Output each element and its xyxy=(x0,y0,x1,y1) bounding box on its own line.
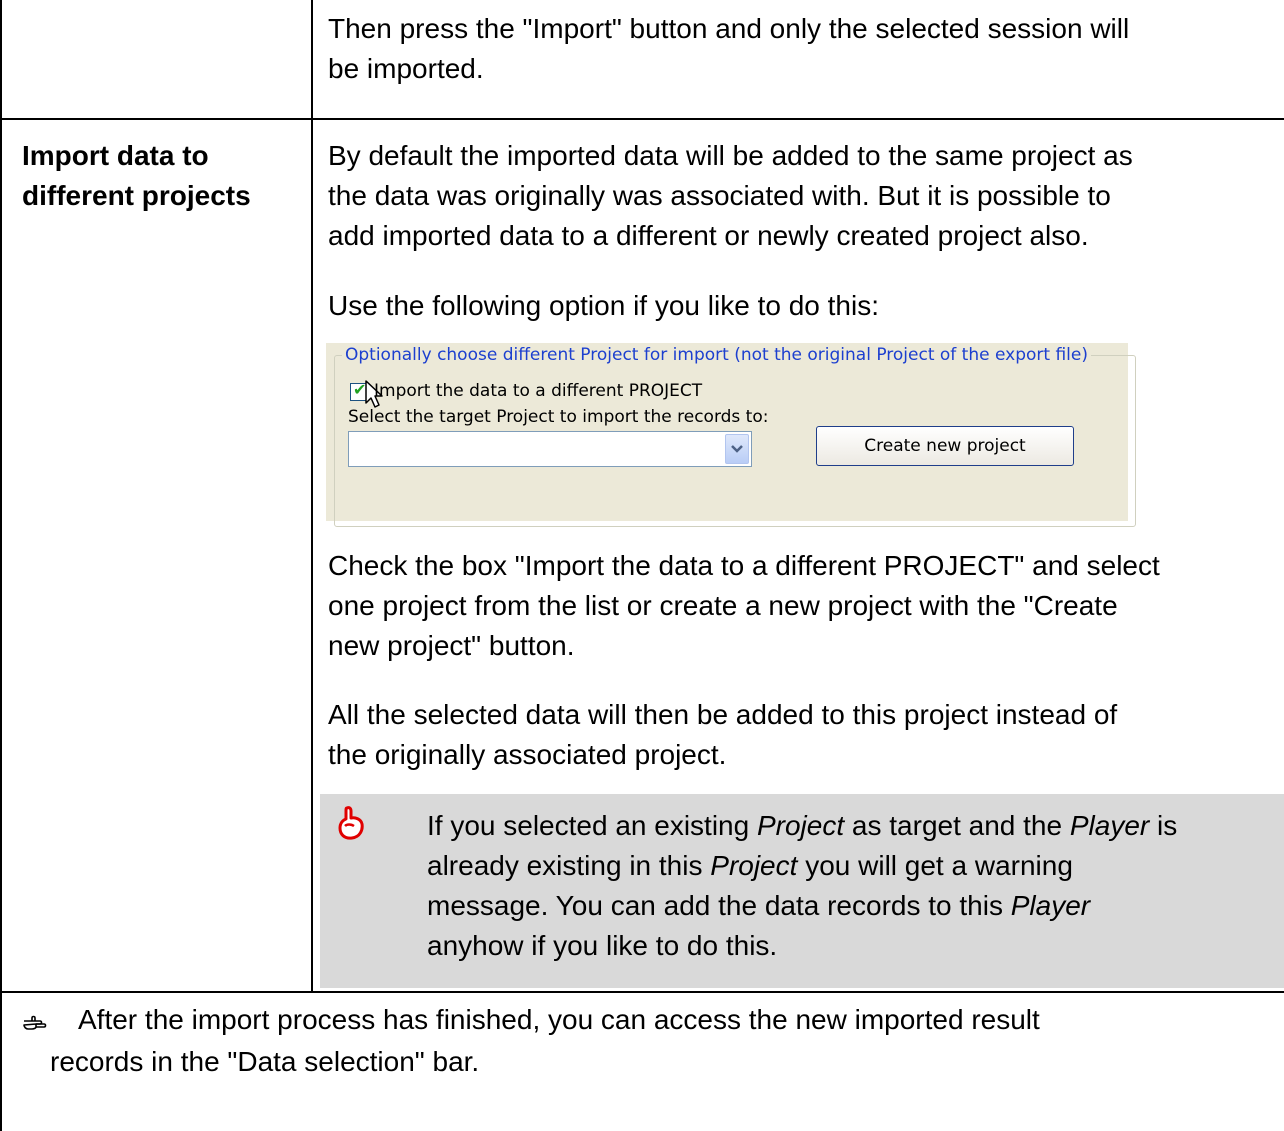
pointing-finger-icon xyxy=(23,1015,47,1030)
paragraph-line: By default the imported data will be add… xyxy=(328,140,1133,171)
footer-line: records in the "Data selection" bar. xyxy=(50,1046,480,1077)
paragraph-line: add imported data to a different or newl… xyxy=(328,220,1089,251)
paragraph-line: new project" button. xyxy=(328,630,575,661)
row2-paragraph-4: All the selected data will then be added… xyxy=(328,695,1117,775)
dropdown-button[interactable] xyxy=(725,434,749,464)
footer-text: After the import process has finished, y… xyxy=(78,1000,1040,1040)
target-project-select[interactable] xyxy=(348,431,752,467)
note-line: already existing in this Project you wil… xyxy=(427,850,1073,881)
pointing-hand-icon xyxy=(338,806,364,840)
document-table: Then press the "Import" button and only … xyxy=(0,0,1284,1131)
paragraph-line: Check the box "Import the data to a diff… xyxy=(328,550,1160,581)
row2-label-line: different projects xyxy=(22,180,251,211)
row2-paragraph-3: Check the box "Import the data to a diff… xyxy=(328,546,1160,666)
table-row-divider xyxy=(0,118,1284,120)
note-box: If you selected an existing Project as t… xyxy=(320,794,1284,988)
note-text: If you selected an existing Project as t… xyxy=(427,806,1284,966)
table-row-divider xyxy=(0,991,1284,993)
paragraph-line: the originally associated project. xyxy=(328,739,727,770)
row2-label: Import data to different projects xyxy=(22,136,251,216)
import-options-panel: Optionally choose different Project for … xyxy=(326,343,1136,527)
row2-paragraph-1: By default the imported data will be add… xyxy=(328,136,1133,256)
row1-text: Then press the "Import" button and only … xyxy=(328,9,1129,89)
row2-paragraph-2: Use the following option if you like to … xyxy=(328,286,879,326)
note-line: message. You can add the data records to… xyxy=(427,890,1091,921)
create-new-project-button[interactable]: Create new project xyxy=(816,426,1074,466)
chevron-down-icon xyxy=(731,445,743,453)
table-column-divider xyxy=(311,0,313,993)
different-project-checkbox-label[interactable]: Import the data to a different PROJECT xyxy=(374,380,702,402)
paragraph-line: All the selected data will then be added… xyxy=(328,699,1118,730)
row1-text-line: be imported. xyxy=(328,53,484,84)
paragraph-line: the data was originally was associated w… xyxy=(328,180,1111,211)
row1-text-line: Then press the "Import" button and only … xyxy=(328,13,1130,44)
paragraph-line: Use the following option if you like to … xyxy=(328,290,879,321)
table-border-left xyxy=(0,0,2,1131)
paragraph-line: one project from the list or create a ne… xyxy=(328,590,1118,621)
row2-label-line: Import data to xyxy=(22,140,209,171)
groupbox-legend: Optionally choose different Project for … xyxy=(342,344,1091,366)
note-line: If you selected an existing Project as t… xyxy=(427,810,1178,841)
footer-line: After the import process has finished, y… xyxy=(78,1004,1040,1035)
target-project-label: Select the target Project to import the … xyxy=(348,407,769,427)
footer-text-continued: records in the "Data selection" bar. xyxy=(50,1042,479,1082)
note-line: anyhow if you like to do this. xyxy=(427,930,778,961)
